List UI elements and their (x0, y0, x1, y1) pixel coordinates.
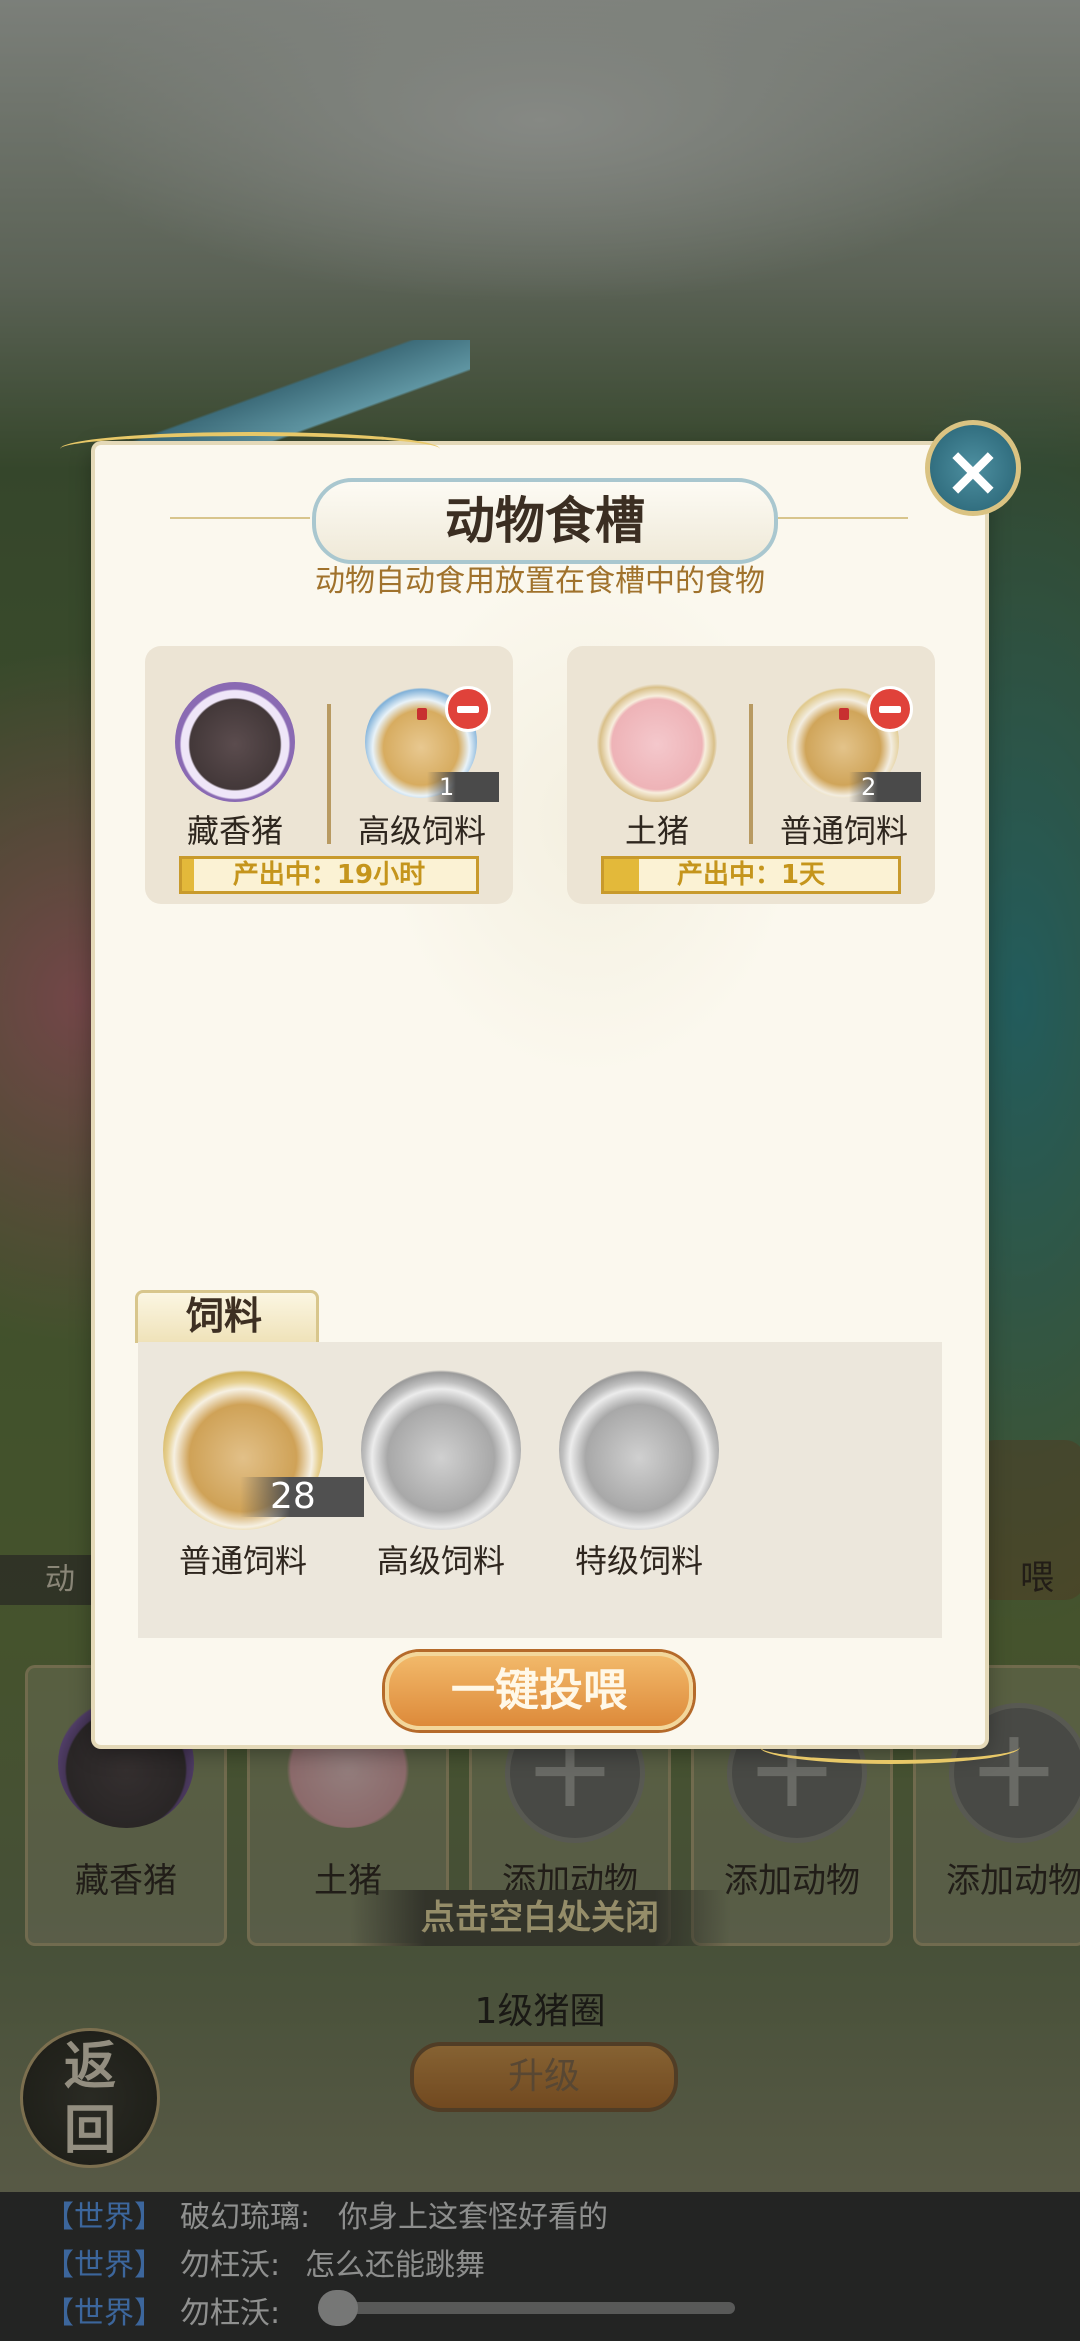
gold-swirl-decoration (60, 432, 440, 466)
feed-item-label: 高级饲料 (376, 1542, 505, 1580)
animal-name: 土猪 (624, 812, 689, 850)
gold-swirl-decoration (760, 1730, 1020, 1764)
feed-item-label: 特级饲料 (574, 1542, 703, 1580)
progress-text: 产出中：19小时 (232, 860, 426, 890)
divider (749, 704, 753, 844)
title-ornament-left (170, 517, 310, 519)
close-icon: × (943, 430, 1003, 512)
animal-name: 藏香猪 (186, 812, 283, 850)
feed-tab-label: 饲料 (185, 1294, 262, 1338)
progress-text: 产出中：1天 (676, 860, 826, 890)
remove-feed-button[interactable] (445, 686, 491, 732)
black-pig-icon (175, 682, 295, 802)
production-progress: 产出中：19小时 (179, 856, 479, 894)
trough-card[interactable]: 1 藏香猪 高级饲料 产出中：19小时 (145, 646, 513, 904)
minus-icon (457, 706, 479, 713)
advanced-feed-bag-icon[interactable] (361, 1370, 521, 1530)
trough-card[interactable]: 2 土猪 普通饲料 产出中：1天 (567, 646, 935, 904)
title-ornament-right (778, 517, 908, 519)
feed-name: 普通饲料 (779, 812, 908, 850)
popup-subtitle: 动物自动食用放置在食槽中的食物 (315, 564, 765, 599)
remove-feed-button[interactable] (867, 686, 913, 732)
feed-name: 高级饲料 (357, 812, 486, 850)
bag-tie (839, 708, 849, 720)
pink-pig-icon (597, 682, 717, 802)
bag-tie (417, 708, 427, 720)
feed-stock-count: 28 (240, 1477, 364, 1517)
feed-count: 1 (427, 772, 499, 802)
feed-all-button[interactable]: 一键投喂 (385, 1652, 693, 1730)
feed-item-label: 普通饲料 (178, 1542, 307, 1580)
close-button[interactable]: × (925, 420, 1021, 516)
popup-title: 动物食槽 (445, 492, 645, 550)
minus-icon (879, 706, 901, 713)
production-progress: 产出中：1天 (601, 856, 901, 894)
divider (327, 704, 331, 844)
premium-feed-bag-icon[interactable] (559, 1370, 719, 1530)
feed-count: 2 (849, 772, 921, 802)
